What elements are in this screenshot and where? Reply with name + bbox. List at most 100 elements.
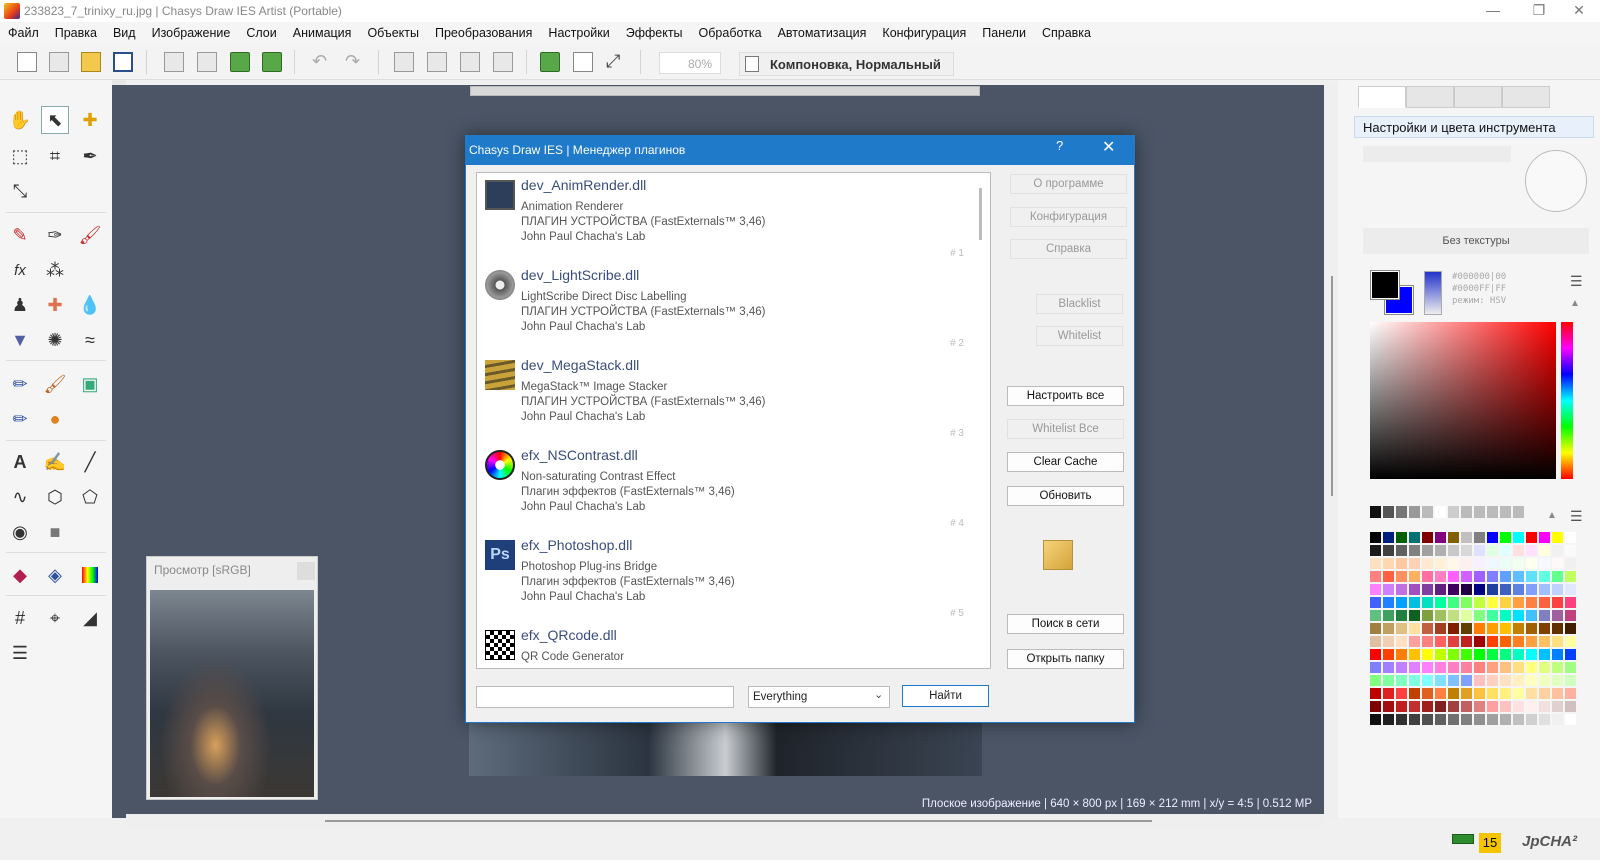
preview-close-button[interactable]	[297, 562, 315, 580]
palette-swatch[interactable]	[1422, 597, 1433, 608]
picture-tool-icon[interactable]: ▣	[76, 370, 104, 398]
warp-tool-icon[interactable]: ⌖	[41, 604, 69, 632]
palette-swatch[interactable]	[1487, 610, 1498, 621]
color-picker-icon[interactable]: ✒	[76, 142, 104, 170]
palette-swatch[interactable]	[1526, 571, 1537, 582]
dialog-help-button[interactable]: ?	[1056, 138, 1063, 153]
palette-swatch[interactable]	[1552, 675, 1563, 686]
smudge-tool-icon[interactable]: ≈	[76, 326, 104, 354]
palette-swatch[interactable]	[1500, 636, 1511, 647]
palette-swatch[interactable]	[1500, 597, 1511, 608]
palette-swatch[interactable]	[1539, 688, 1550, 699]
palette-swatch[interactable]	[1513, 675, 1524, 686]
palette-swatch[interactable]	[1396, 662, 1407, 673]
transform-tool-icon[interactable]: ✚	[76, 106, 104, 134]
recent-color-swatch[interactable]	[1383, 506, 1394, 518]
refresh-button[interactable]: Обновить	[1007, 486, 1124, 506]
palette-swatch[interactable]	[1409, 571, 1420, 582]
palette-swatch[interactable]	[1565, 662, 1576, 673]
tab-layers[interactable]	[1406, 86, 1454, 108]
palette-swatch[interactable]	[1409, 558, 1420, 569]
palette-swatch[interactable]	[1435, 714, 1446, 725]
palette-swatch[interactable]	[1513, 545, 1524, 556]
gradient-swatch[interactable]	[1424, 271, 1442, 315]
tab-tool-settings[interactable]	[1358, 86, 1406, 108]
palette-swatch[interactable]	[1474, 636, 1485, 647]
palette-swatch[interactable]	[1370, 532, 1381, 543]
palette-swatch[interactable]	[1500, 675, 1511, 686]
undo-icon[interactable]: ↶	[312, 52, 332, 72]
palette-swatch[interactable]	[1435, 701, 1446, 712]
palette-swatch[interactable]	[1539, 701, 1550, 712]
palette-swatch[interactable]	[1526, 597, 1537, 608]
palette-swatch[interactable]	[1526, 584, 1537, 595]
palette-swatch[interactable]	[1526, 675, 1537, 686]
palette-swatch[interactable]	[1500, 571, 1511, 582]
palette-swatch[interactable]	[1565, 649, 1576, 660]
palette-swatch[interactable]	[1539, 597, 1550, 608]
palette-swatch[interactable]	[1461, 610, 1472, 621]
palette-swatch[interactable]	[1513, 688, 1524, 699]
palette-swatch[interactable]	[1513, 623, 1524, 634]
palette-swatch[interactable]	[1448, 714, 1459, 725]
select-tool-icon[interactable]: ⬚	[6, 142, 34, 170]
palette-swatch[interactable]	[1409, 532, 1420, 543]
palette-swatch[interactable]	[1409, 610, 1420, 621]
close-window-button[interactable]: ✕	[1556, 0, 1600, 22]
palette-swatch[interactable]	[1500, 532, 1511, 543]
ruler-tool-icon[interactable]: ◢	[76, 604, 104, 632]
palette-swatch[interactable]	[1448, 584, 1459, 595]
palette-swatch[interactable]	[1396, 532, 1407, 543]
collapse-up-icon[interactable]: ▲	[1570, 298, 1580, 309]
palette-swatch[interactable]	[1422, 584, 1433, 595]
menu-help[interactable]: Справка	[1042, 22, 1099, 44]
palette-swatch[interactable]	[1383, 662, 1394, 673]
palette-swatch[interactable]	[1409, 688, 1420, 699]
palette-swatch[interactable]	[1383, 636, 1394, 647]
palette-swatch[interactable]	[1383, 688, 1394, 699]
save-icon[interactable]	[113, 52, 133, 72]
collapse-up-icon[interactable]: ▲	[1547, 510, 1557, 521]
palette-swatch[interactable]	[1565, 623, 1576, 634]
palette-swatch[interactable]	[1409, 636, 1420, 647]
palette-swatch[interactable]	[1422, 623, 1433, 634]
hand-tool-icon[interactable]: ✋	[6, 106, 34, 134]
palette-swatch[interactable]	[1513, 610, 1524, 621]
palette-swatch[interactable]	[1539, 571, 1550, 582]
palette-swatch[interactable]	[1370, 714, 1381, 725]
palette-swatch[interactable]	[1422, 688, 1433, 699]
palette-swatch[interactable]	[1526, 545, 1537, 556]
whitelist-button[interactable]: Whitelist	[1036, 326, 1123, 346]
paint-tool-icon[interactable]: 🖌	[41, 370, 69, 398]
sphere-tool-icon[interactable]: ●	[41, 405, 69, 433]
palette-swatch[interactable]	[1552, 714, 1563, 725]
palette-swatch[interactable]	[1409, 649, 1420, 660]
palette-swatch[interactable]	[1383, 610, 1394, 621]
palette-swatch[interactable]	[1539, 623, 1550, 634]
plugin-search-input[interactable]	[476, 686, 734, 708]
fullscreen-icon[interactable]: ⤢	[606, 52, 626, 72]
palette-swatch[interactable]	[1461, 675, 1472, 686]
palette-swatch[interactable]	[1461, 688, 1472, 699]
palette-swatch[interactable]	[1409, 675, 1420, 686]
clear-cache-button[interactable]: Clear Cache	[1007, 452, 1124, 472]
palette-swatch[interactable]	[1474, 532, 1485, 543]
palette-swatch[interactable]	[1526, 532, 1537, 543]
palette-swatch[interactable]	[1552, 623, 1563, 634]
palette-swatch[interactable]	[1539, 584, 1550, 595]
palette-menu-icon[interactable]: ☰	[1570, 508, 1583, 525]
import-layer-icon[interactable]	[262, 52, 282, 72]
palette-swatch[interactable]	[1513, 571, 1524, 582]
palette-swatch[interactable]	[1539, 532, 1550, 543]
palette-swatch[interactable]	[1513, 597, 1524, 608]
layer-blend-mode[interactable]: Компоновка, Нормальный	[739, 52, 954, 76]
palette-swatch[interactable]	[1396, 688, 1407, 699]
palette-swatch[interactable]	[1552, 545, 1563, 556]
menu-edit[interactable]: Правка	[55, 22, 105, 44]
canvas-image[interactable]	[469, 720, 982, 776]
redo-icon[interactable]: ↷	[345, 52, 365, 72]
palette-swatch[interactable]	[1526, 662, 1537, 673]
menu-layers[interactable]: Слои	[246, 22, 284, 44]
palette-swatch[interactable]	[1474, 610, 1485, 621]
fit-window-icon[interactable]	[540, 52, 560, 72]
